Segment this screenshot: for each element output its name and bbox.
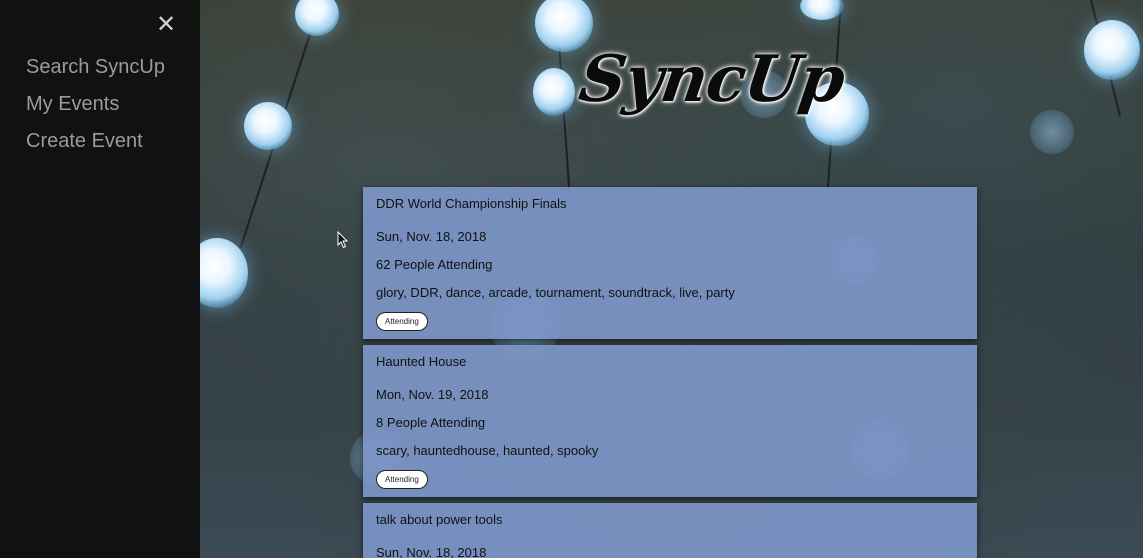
event-title[interactable]: DDR World Championship Finals: [376, 196, 567, 211]
event-title[interactable]: talk about power tools: [376, 512, 502, 527]
event-attendee-count: 8 People Attending: [376, 415, 486, 430]
nav-search-syncup[interactable]: Search SyncUp: [26, 56, 165, 79]
syncup-logo: SyncUp: [574, 42, 849, 117]
attending-button[interactable]: Attending: [376, 312, 428, 331]
event-date: Sun, Nov. 18, 2018: [376, 229, 487, 244]
event-card[interactable]: Haunted House Mon, Nov. 19, 2018 8 Peopl…: [363, 345, 977, 497]
event-date: Mon, Nov. 19, 2018: [376, 387, 489, 402]
event-card[interactable]: DDR World Championship Finals Sun, Nov. …: [363, 187, 977, 339]
event-attendee-count: 62 People Attending: [376, 257, 493, 272]
event-tags: glory, DDR, dance, arcade, tournament, s…: [376, 285, 735, 300]
close-icon[interactable]: ✕: [154, 12, 178, 38]
mouse-cursor-icon: [337, 231, 349, 249]
event-tags: scary, hauntedhouse, haunted, spooky: [376, 443, 599, 458]
event-card[interactable]: talk about power tools Sun, Nov. 18, 201…: [363, 503, 977, 558]
nav-create-event[interactable]: Create Event: [26, 130, 143, 153]
nav-my-events[interactable]: My Events: [26, 93, 119, 116]
sidebar-nav: ✕ Search SyncUp My Events Create Event: [0, 0, 200, 558]
main-content: SyncUp DDR World Championship Finals Sun…: [200, 0, 1143, 558]
event-title[interactable]: Haunted House: [376, 354, 466, 369]
attending-button[interactable]: Attending: [376, 470, 428, 489]
event-date: Sun, Nov. 18, 2018: [376, 545, 487, 558]
